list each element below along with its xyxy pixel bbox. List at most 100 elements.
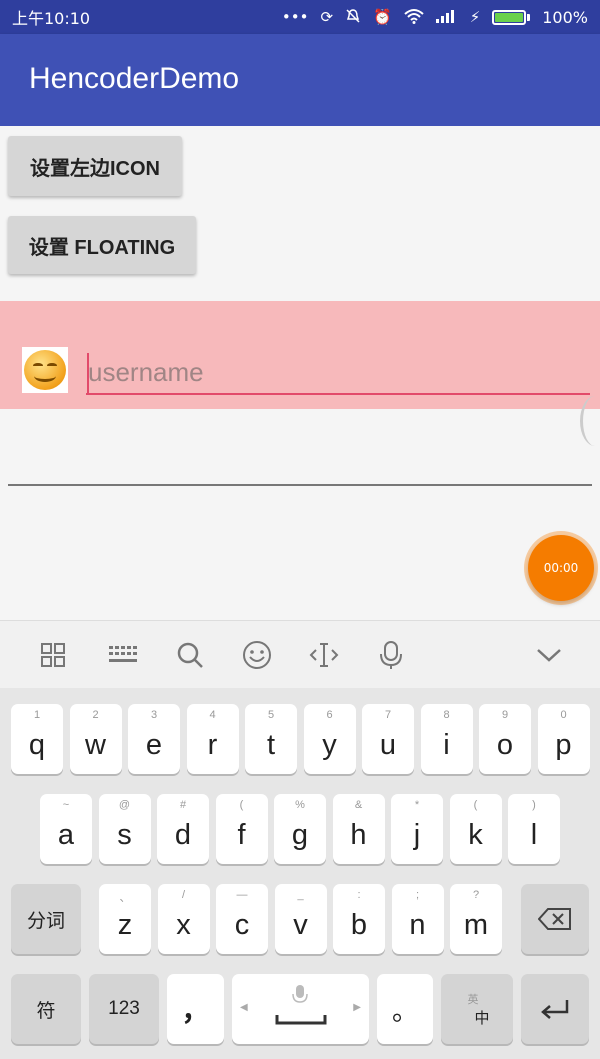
key-label: a xyxy=(57,818,75,851)
key-k[interactable]: (k xyxy=(449,794,502,864)
key-o[interactable]: 9o xyxy=(479,704,531,774)
key-label: y xyxy=(322,728,337,761)
key-label: l xyxy=(530,818,538,851)
key-hint: # xyxy=(179,799,187,811)
key-u[interactable]: 7u xyxy=(362,704,414,774)
key-hint: ( xyxy=(473,799,478,811)
app-title: HencoderDemo xyxy=(29,62,240,95)
key-hint: _ xyxy=(297,889,304,901)
key-q[interactable]: 1q xyxy=(11,704,63,774)
collapse-icon[interactable] xyxy=(529,635,569,675)
enter-icon xyxy=(541,1000,569,1019)
set-floating-button[interactable]: 设置 FLOATING xyxy=(8,216,196,274)
signal-icon xyxy=(435,9,458,26)
period-key[interactable]: 。 xyxy=(377,974,433,1044)
key-c[interactable]: — c xyxy=(216,884,268,954)
space-icon xyxy=(275,1015,327,1025)
grid-icon[interactable] xyxy=(33,635,73,675)
key-s[interactable]: @ s xyxy=(98,794,151,864)
battery-level xyxy=(495,12,524,22)
status-icons: ••• ⟳ ⏰ ⚡ 100% xyxy=(282,8,588,27)
key-hint: 7 xyxy=(384,709,392,721)
key-d[interactable]: # d xyxy=(157,794,209,864)
language-switch-key[interactable]: 英 中 xyxy=(441,974,513,1044)
key-label: e xyxy=(145,728,163,761)
key-r[interactable]: 4r xyxy=(186,704,239,774)
key-label: z xyxy=(117,908,133,941)
key-e[interactable]: 3e xyxy=(128,704,180,774)
key-label: h xyxy=(350,818,367,851)
battery-percent: 100% xyxy=(542,7,588,27)
key-label: r xyxy=(207,728,218,761)
username-input[interactable] xyxy=(86,351,590,395)
key-hint: 6 xyxy=(326,709,333,721)
key-hint: 5 xyxy=(267,709,275,721)
enter-key[interactable] xyxy=(521,974,589,1044)
key-p[interactable]: 0p xyxy=(537,704,590,774)
key-label: d xyxy=(174,818,192,851)
right-arrow-icon: ▶ xyxy=(353,1002,361,1013)
set-left-icon-button[interactable]: 设置左边ICON xyxy=(8,136,182,196)
key-a[interactable]: ~ a xyxy=(40,794,92,864)
key-hint: % xyxy=(295,799,305,811)
key-hint: 0 xyxy=(560,709,567,721)
key-t[interactable]: 5t xyxy=(245,704,297,774)
key-label: f xyxy=(237,818,246,851)
scroll-edge-indicator xyxy=(580,396,600,446)
emoji-icon[interactable] xyxy=(237,635,277,675)
key-label: j xyxy=(413,818,421,851)
key-hint: ; xyxy=(415,889,420,901)
key-l[interactable]: ) l xyxy=(508,794,560,864)
key-label: q xyxy=(28,728,46,761)
smiley-icon xyxy=(22,347,68,393)
keyboard-icon[interactable] xyxy=(103,635,143,675)
key-h[interactable]: & h xyxy=(332,794,385,864)
space-key[interactable]: ◀ ▶ xyxy=(232,974,369,1044)
key-hint: @ xyxy=(118,799,131,811)
status-time: 上午10:10 xyxy=(12,9,91,28)
backspace-key[interactable] xyxy=(521,884,589,954)
key-b[interactable]: :b xyxy=(333,884,385,954)
search-icon[interactable] xyxy=(170,635,210,675)
key-w[interactable]: 2w xyxy=(69,704,122,774)
key-label: b xyxy=(350,908,368,941)
symbol-key[interactable]: 符 xyxy=(11,974,81,1044)
key-hint: 8 xyxy=(443,709,450,721)
key-label: w xyxy=(85,728,106,761)
key-v[interactable]: _ v xyxy=(274,884,327,954)
app-bar: HencoderDemo xyxy=(0,34,600,126)
alarm-icon: ⏰ xyxy=(373,7,392,26)
key-f[interactable]: (f xyxy=(215,794,268,864)
key-label: v xyxy=(293,908,308,941)
dots-icon: ••• xyxy=(281,7,309,26)
key-hint: * xyxy=(414,799,420,811)
key-hint: ) xyxy=(532,799,536,811)
key-hint: 2 xyxy=(92,709,99,721)
key-j[interactable]: * j xyxy=(391,794,443,864)
key-label: x xyxy=(176,908,191,941)
mic-icon[interactable] xyxy=(371,635,411,675)
key-z[interactable]: 、 z xyxy=(99,884,151,954)
key-i[interactable]: 8i xyxy=(420,704,473,774)
key-label: p xyxy=(555,728,572,761)
cursor-icon[interactable] xyxy=(304,635,344,675)
fenci-key[interactable]: 分词 xyxy=(11,884,81,954)
second-input-underline[interactable] xyxy=(8,484,592,486)
key-label: u xyxy=(379,728,397,761)
sync-icon: ⟳ xyxy=(320,7,334,26)
key-label: t xyxy=(266,728,276,761)
key-y[interactable]: 6y xyxy=(303,704,356,774)
key-m[interactable]: ? m xyxy=(450,884,502,954)
number-key[interactable]: 123 xyxy=(89,974,159,1044)
key-n[interactable]: ; n xyxy=(391,884,444,954)
key-hint: 4 xyxy=(209,709,216,721)
key-label: k xyxy=(468,818,483,851)
key-hint: / xyxy=(181,889,186,901)
text-cursor xyxy=(87,353,89,393)
key-hint: — xyxy=(236,889,248,901)
timer-fab[interactable]: 00:00 xyxy=(528,535,594,601)
key-x[interactable]: / x xyxy=(157,884,210,954)
key-g[interactable]: % g xyxy=(274,794,326,864)
key-label: g xyxy=(291,818,309,851)
comma-key[interactable]: ， xyxy=(167,974,224,1044)
